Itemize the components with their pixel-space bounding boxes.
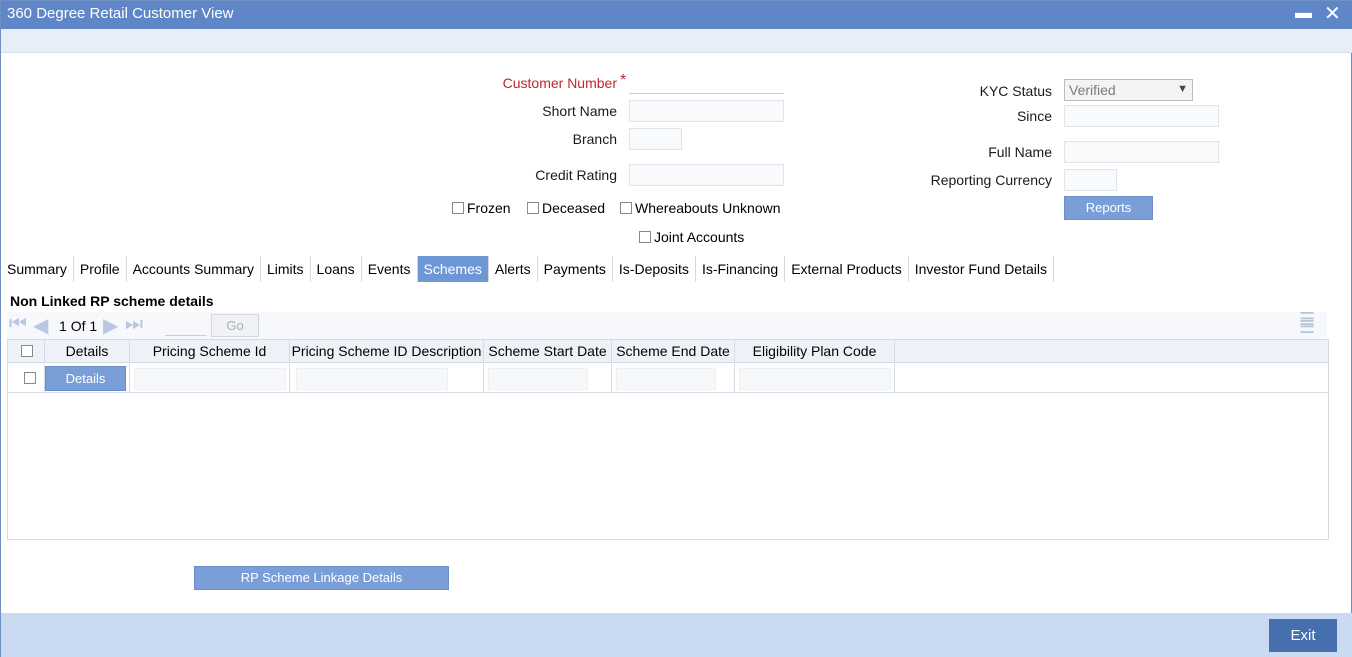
- section-title: Non Linked RP scheme details: [10, 293, 214, 309]
- go-button[interactable]: Go: [211, 314, 259, 337]
- last-page-icon[interactable]: ⏭: [125, 313, 143, 336]
- checkbox-icon[interactable]: [21, 345, 33, 357]
- deceased-label: Deceased: [542, 200, 606, 216]
- frozen-checkbox[interactable]: Frozen: [452, 200, 511, 216]
- chevron-down-icon: ▼: [1177, 83, 1188, 95]
- checkbox-icon[interactable]: [452, 202, 464, 214]
- title-bar: 360 Degree Retail Customer View ▬ ✕: [1, 1, 1352, 29]
- checkbox-icon[interactable]: [639, 231, 651, 243]
- full-name-label: Full Name: [988, 144, 1052, 160]
- column-header-pricing-scheme-description[interactable]: Pricing Scheme ID Description: [290, 340, 484, 363]
- joint-accounts-label: Joint Accounts: [654, 229, 745, 245]
- tab-summary[interactable]: Summary: [1, 256, 74, 282]
- toolbar-band: [1, 29, 1352, 53]
- schemes-grid: Details Pricing Scheme Id Pricing Scheme…: [7, 339, 1329, 540]
- close-icon[interactable]: ✕: [1324, 1, 1341, 26]
- total-pages: 1: [89, 318, 98, 334]
- checkbox-icon[interactable]: [527, 202, 539, 214]
- credit-rating-label: Credit Rating: [535, 167, 617, 183]
- column-header-scheme-start-date[interactable]: Scheme Start Date: [484, 340, 612, 363]
- whereabouts-unknown-checkbox[interactable]: Whereabouts Unknown: [620, 200, 781, 216]
- rp-scheme-linkage-details-button[interactable]: RP Scheme Linkage Details: [194, 566, 449, 590]
- tab-is-deposits[interactable]: Is-Deposits: [613, 256, 696, 282]
- exit-button[interactable]: Exit: [1269, 619, 1337, 652]
- column-menu-icon[interactable]: ☰ ☰: [1299, 310, 1315, 336]
- since-field[interactable]: [1064, 105, 1219, 127]
- window-title: 360 Degree Retail Customer View: [7, 5, 234, 22]
- page-number-input[interactable]: [165, 316, 207, 336]
- kyc-status-value: Verified: [1069, 82, 1116, 98]
- tab-schemes[interactable]: Schemes: [417, 256, 489, 282]
- deceased-checkbox[interactable]: Deceased: [527, 200, 605, 216]
- tab-alerts[interactable]: Alerts: [489, 256, 538, 282]
- column-header-pricing-scheme-id[interactable]: Pricing Scheme Id: [130, 340, 290, 363]
- whereabouts-unknown-label: Whereabouts Unknown: [635, 200, 781, 216]
- pricing-scheme-description-cell: [290, 364, 484, 393]
- checkbox-icon[interactable]: [620, 202, 632, 214]
- page-indicator: 1 Of 1: [59, 318, 97, 334]
- previous-page-icon[interactable]: ◀: [33, 313, 48, 338]
- eligibility-plan-code-input[interactable]: [739, 368, 891, 390]
- reports-button[interactable]: Reports: [1064, 196, 1153, 220]
- pricing-scheme-description-input[interactable]: [296, 368, 448, 390]
- frozen-label: Frozen: [467, 200, 511, 216]
- column-header-eligibility-plan-code[interactable]: Eligibility Plan Code: [735, 340, 895, 363]
- tab-limits[interactable]: Limits: [261, 256, 311, 282]
- checkbox-icon[interactable]: [24, 372, 36, 384]
- branch-label: Branch: [572, 131, 617, 147]
- tab-accounts-summary[interactable]: Accounts Summary: [127, 256, 261, 282]
- select-all-cell: [8, 340, 45, 363]
- reporting-currency-label: Reporting Currency: [930, 172, 1052, 188]
- first-page-icon[interactable]: ⏮: [9, 313, 27, 336]
- scheme-start-date-cell: [484, 364, 612, 393]
- pricing-scheme-id-cell: [130, 364, 290, 393]
- scheme-start-date-input[interactable]: [488, 368, 588, 390]
- tab-is-financing[interactable]: Is-Financing: [696, 256, 786, 282]
- tab-profile[interactable]: Profile: [74, 256, 127, 282]
- scheme-end-date-cell: [612, 364, 735, 393]
- short-name-label: Short Name: [542, 103, 617, 119]
- tab-loans[interactable]: Loans: [311, 256, 362, 282]
- column-header-details[interactable]: Details: [45, 340, 130, 363]
- tab-bar: Summary Profile Accounts Summary Limits …: [1, 256, 1054, 282]
- customer-number-input[interactable]: [629, 72, 784, 94]
- table-row: Details: [8, 364, 1328, 393]
- kyc-status-label: KYC Status: [979, 83, 1052, 99]
- reporting-currency-field[interactable]: [1064, 169, 1117, 191]
- branch-field[interactable]: [629, 128, 682, 150]
- pricing-scheme-id-input[interactable]: [134, 368, 286, 390]
- row-details-button[interactable]: Details: [45, 366, 126, 391]
- tab-external-products[interactable]: External Products: [785, 256, 909, 282]
- tab-investor-fund-details[interactable]: Investor Fund Details: [909, 256, 1054, 282]
- next-page-icon[interactable]: ▶: [103, 313, 118, 338]
- since-label: Since: [1016, 108, 1052, 124]
- full-name-field[interactable]: [1064, 141, 1219, 163]
- grid-header: Details Pricing Scheme Id Pricing Scheme…: [8, 340, 1328, 363]
- row-checkbox[interactable]: [24, 372, 39, 384]
- credit-rating-field[interactable]: [629, 164, 784, 186]
- footer-bar: Exit: [1, 613, 1352, 657]
- row-select-cell: [8, 364, 45, 393]
- short-name-field[interactable]: [629, 100, 784, 122]
- pager: ⏮ ◀ 1 Of 1 ▶ ⏭ Go ☰ ☰: [7, 310, 1327, 339]
- eligibility-plan-code-cell: [735, 364, 895, 393]
- column-header-scheme-end-date[interactable]: Scheme End Date: [612, 340, 735, 363]
- minimize-icon[interactable]: ▬: [1295, 3, 1312, 23]
- select-all-checkbox[interactable]: [21, 345, 36, 357]
- joint-accounts-checkbox[interactable]: Joint Accounts: [639, 229, 744, 245]
- tab-payments[interactable]: Payments: [538, 256, 613, 282]
- kyc-status-select[interactable]: Verified ▼: [1064, 79, 1193, 101]
- of-label: Of: [70, 318, 86, 334]
- tab-events[interactable]: Events: [362, 256, 418, 282]
- details-cell: Details: [45, 364, 130, 393]
- required-marker: *: [620, 72, 627, 89]
- customer-number-label: Customer Number: [502, 75, 617, 91]
- current-page: 1: [59, 318, 67, 334]
- customer-view-window: 360 Degree Retail Customer View ▬ ✕ Cust…: [0, 0, 1352, 657]
- scheme-end-date-input[interactable]: [616, 368, 716, 390]
